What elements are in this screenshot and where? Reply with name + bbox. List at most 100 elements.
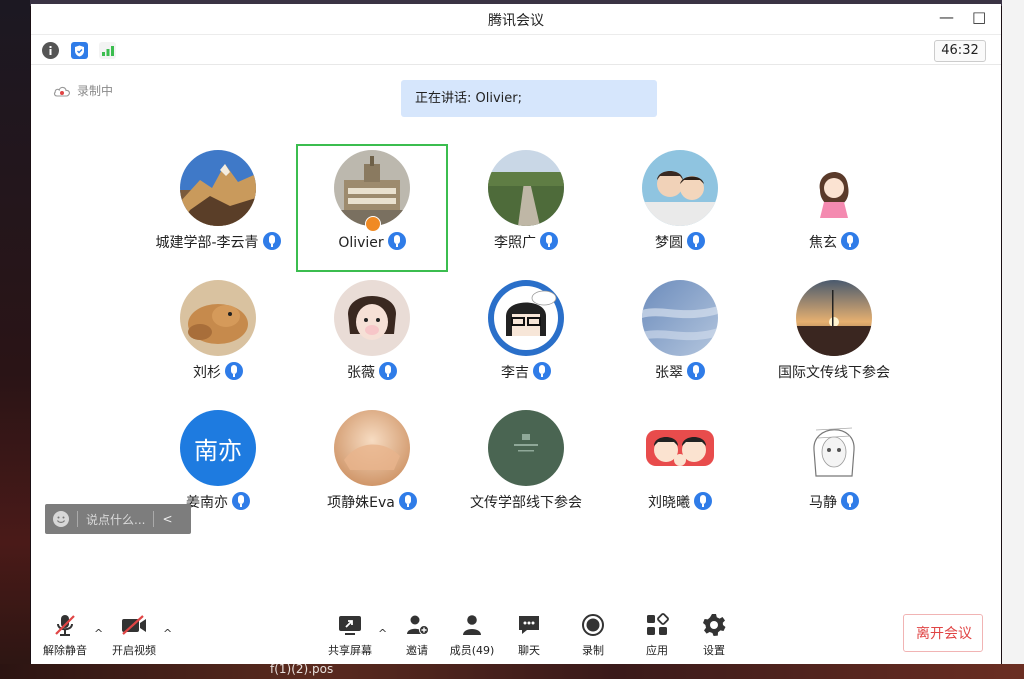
mic-icon	[387, 232, 406, 250]
window-title: 腾讯会议	[488, 13, 544, 29]
participant-name: 马静	[729, 492, 939, 512]
participant-tile[interactable]: 刘晓曦	[605, 404, 755, 534]
host-badge-icon	[365, 216, 381, 232]
unmute-label: 解除静音	[43, 644, 87, 657]
avatar	[796, 150, 872, 226]
avatar-initials: 南亦	[194, 436, 242, 465]
avatar: 南亦	[180, 410, 256, 486]
signal-icon[interactable]	[99, 42, 116, 59]
participant-tile[interactable]: 项静姝Eva	[297, 404, 447, 534]
avatar	[180, 150, 256, 226]
mic-icon	[841, 492, 859, 510]
info-toolbar: 46:32	[31, 36, 1001, 65]
participant-tile[interactable]: 文传学部线下参会	[451, 404, 601, 534]
avatar	[642, 150, 718, 226]
shield-icon[interactable]	[71, 42, 88, 59]
audio-options-chevron-icon[interactable]: ^	[94, 627, 103, 640]
avatar	[334, 410, 410, 486]
people-icon	[463, 615, 481, 635]
info-icon[interactable]	[42, 42, 59, 59]
chat-divider	[77, 511, 78, 527]
meeting-timer: 46:32	[934, 40, 986, 62]
mic-icon	[540, 232, 558, 250]
video-off-icon	[122, 615, 146, 635]
participant-tile[interactable]: 张薇	[297, 274, 447, 404]
mic-icon	[232, 492, 250, 510]
participant-name: 焦玄	[729, 232, 939, 252]
mic-icon	[379, 362, 397, 380]
share-screen-icon	[339, 616, 361, 635]
participant-tile[interactable]: 张翠	[605, 274, 755, 404]
avatar	[334, 280, 410, 356]
recording-label: 录制中	[77, 84, 114, 98]
start-video-button[interactable]: 开启视频	[107, 612, 161, 660]
chat-button[interactable]: 聊天	[513, 612, 545, 660]
avatar	[796, 410, 872, 486]
chat-quick-input[interactable]: 说点什么... <	[45, 504, 191, 534]
avatar	[488, 150, 564, 226]
cloud-record-icon	[53, 86, 70, 97]
add-person-icon	[407, 615, 429, 635]
avatar	[796, 280, 872, 356]
start-video-label: 开启视频	[112, 644, 156, 657]
mic-icon	[694, 492, 712, 510]
recording-indicator: 录制中	[53, 82, 113, 99]
participant-tile[interactable]: 李吉	[451, 274, 601, 404]
record-icon	[582, 614, 604, 636]
emoji-icon[interactable]	[53, 511, 69, 527]
apps-grid-icon	[647, 613, 669, 635]
settings-button[interactable]: 设置	[698, 612, 730, 660]
settings-label: 设置	[703, 644, 725, 657]
chat-bubble-icon	[519, 616, 539, 634]
mic-icon	[533, 362, 551, 380]
share-options-chevron-icon[interactable]: ^	[378, 627, 387, 640]
minimize-button[interactable]: —	[939, 8, 954, 26]
members-button[interactable]: 成员(49)	[446, 612, 498, 660]
desktop-bottom-strip	[0, 664, 1024, 679]
mic-icon	[841, 232, 859, 250]
apps-label: 应用	[646, 644, 668, 657]
unmute-button[interactable]: 解除静音	[41, 612, 89, 660]
chat-divider	[153, 511, 155, 527]
record-button[interactable]: 录制	[577, 612, 609, 660]
invite-label: 邀请	[406, 644, 428, 657]
avatar	[488, 410, 564, 486]
chat-label: 聊天	[518, 644, 540, 657]
participant-tile[interactable]: 马静	[759, 404, 909, 534]
gear-icon	[703, 614, 726, 636]
invite-button[interactable]: 邀请	[399, 612, 435, 660]
desktop-left-strip	[0, 0, 30, 679]
maximize-button[interactable]: □	[972, 8, 986, 26]
taskbar-file-label[interactable]: f(1)(2).pos	[270, 662, 333, 676]
muted-mic-icon	[55, 615, 75, 636]
share-screen-label: 共享屏幕	[328, 644, 372, 657]
participant-tile[interactable]: Olivier	[297, 144, 447, 274]
participant-tile[interactable]: 焦玄	[759, 144, 909, 274]
participant-tile[interactable]: 国际文传线下参会	[759, 274, 909, 404]
collapse-chat-button[interactable]: <	[162, 512, 172, 526]
mic-icon	[687, 362, 705, 380]
participant-tile[interactable]: 李照广	[451, 144, 601, 274]
members-label: 成员(49)	[449, 644, 495, 657]
title-bar: 腾讯会议 — □	[31, 4, 1001, 35]
participant-tile[interactable]: 城建学部-李云青	[143, 144, 293, 274]
video-options-chevron-icon[interactable]: ^	[163, 627, 172, 640]
leave-meeting-button[interactable]: 离开会议	[903, 614, 983, 652]
avatar	[642, 410, 718, 486]
mic-icon	[687, 232, 705, 250]
avatar	[488, 280, 564, 356]
desktop-right-strip	[1002, 0, 1024, 679]
mic-icon	[225, 362, 243, 380]
apps-button[interactable]: 应用	[641, 612, 673, 660]
chat-placeholder: 说点什么...	[86, 512, 146, 527]
share-screen-button[interactable]: 共享屏幕	[323, 612, 377, 660]
mic-icon	[398, 492, 417, 510]
record-label: 录制	[582, 644, 604, 657]
control-bar: 解除静音 ^ 开启视频 ^ 共享屏幕 ^ 邀请 成员(49) 聊天 录制 应用 …	[31, 604, 1001, 664]
meeting-window: 腾讯会议 — □ 46:32 录制中 正在讲话: Olivier; 城建学部-李…	[31, 4, 1001, 664]
speaking-banner: 正在讲话: Olivier;	[401, 80, 657, 117]
participant-tile[interactable]: 梦圆	[605, 144, 755, 274]
avatar	[642, 280, 718, 356]
participant-name: 国际文传线下参会	[778, 365, 890, 381]
participant-tile[interactable]: 刘杉	[143, 274, 293, 404]
